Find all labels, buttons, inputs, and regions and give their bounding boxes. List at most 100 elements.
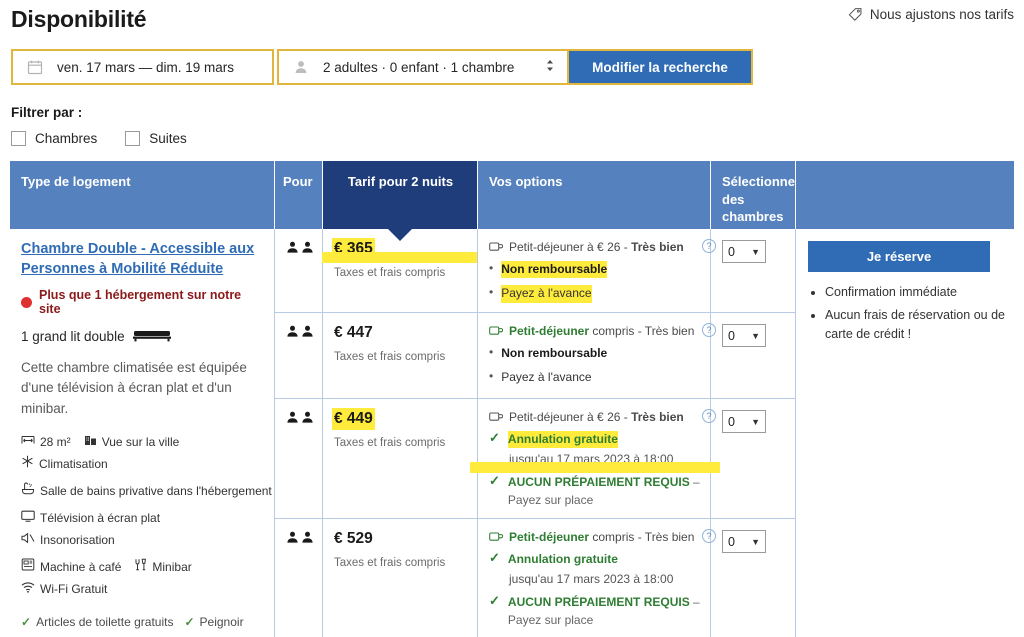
bathroom-icon xyxy=(21,482,35,500)
cityview-icon xyxy=(84,433,97,451)
option-label: Payez à l'avance xyxy=(501,285,591,302)
facility-row-1: 28 m² Vue sur la ville Climatisation xyxy=(21,433,262,473)
option-label-strong: AUCUN PRÉPAIEMENT REQUIS xyxy=(508,595,690,609)
cancellation-deadline: jusqu'au 17 mars 2023 à 18:00 xyxy=(509,572,700,586)
filter-checkbox-chambres[interactable]: Chambres xyxy=(11,131,97,146)
facility-wifi: Wi-Fi Gratuit xyxy=(21,580,107,598)
check-icon: ✓ xyxy=(489,551,500,565)
rate-rows: € 365 Taxes et frais compris Petit-déjeu… xyxy=(275,229,796,637)
price-note: Taxes et frais compris xyxy=(334,267,467,279)
checkbox-box[interactable] xyxy=(11,131,26,146)
facility-coffee: Machine à café xyxy=(21,558,121,576)
option-label: Non remboursable xyxy=(501,261,607,278)
booking-benefit: Confirmation immédiate xyxy=(825,283,1014,302)
column-header-type: Type de logement xyxy=(10,161,275,229)
option-label: AUCUN PRÉPAIEMENT REQUIS – Payez sur pla… xyxy=(508,594,700,629)
option-label: Annulation gratuite xyxy=(508,551,618,568)
room-quantity-select[interactable]: 0 ▼ xyxy=(722,410,766,433)
minibar-icon xyxy=(134,558,147,576)
price-value: € 449 xyxy=(334,410,373,428)
guests-value: 2 adultes · 0 enfant · 1 chambre xyxy=(323,60,514,75)
snowflake-icon xyxy=(21,455,34,473)
price-cell: € 449 Taxes et frais compris xyxy=(323,399,478,518)
availability-page: Disponibilité Nous ajustons nos tarifs v… xyxy=(0,0,1024,637)
area-icon xyxy=(21,433,35,451)
facility-label: Minibar xyxy=(152,558,191,576)
chevron-down-icon: ▼ xyxy=(751,247,760,257)
check-icon: ✓ xyxy=(489,431,500,445)
room-title-link[interactable]: Chambre Double - Accessible aux Personne… xyxy=(21,239,262,279)
room-description-cell: Chambre Double - Accessible aux Personne… xyxy=(10,229,275,637)
date-range-field[interactable]: ven. 17 mars — dim. 19 mars xyxy=(11,49,274,85)
room-quantity-select[interactable]: 0 ▼ xyxy=(722,240,766,263)
checkbox-box[interactable] xyxy=(125,131,140,146)
breakfast-prefix: Petit-déjeuner xyxy=(509,324,589,338)
room-quantity-select[interactable]: 0 ▼ xyxy=(722,530,766,553)
option-item: • Non remboursable xyxy=(489,345,700,362)
room-quantity-value: 0 xyxy=(728,245,735,259)
select-rooms-cell: 0 ▼ xyxy=(711,519,796,637)
breakfast-label: Petit-déjeuner à € 26 - Très bien xyxy=(509,240,684,254)
filter-checkbox-suites[interactable]: Suites xyxy=(125,131,187,146)
option-item: • Payez à l'avance xyxy=(489,285,700,302)
table-header-row: Type de logement Pour Tarif pour 2 nuits… xyxy=(10,161,1014,229)
page-title: Disponibilité xyxy=(11,6,146,33)
occupancy-cell xyxy=(275,399,323,518)
amenity-item: ✓Articles de toilette gratuits xyxy=(21,611,173,634)
column-header-price-label: Tarif pour 2 nuits xyxy=(348,174,453,189)
highlight-stroke-price-365 xyxy=(322,252,477,263)
table-row: € 529 Taxes et frais compris Petit-déjeu… xyxy=(275,519,796,637)
modify-search-button[interactable]: Modifier la recherche xyxy=(569,49,753,85)
breakfast-rating: Très bien xyxy=(631,240,684,254)
help-icon[interactable]: ? xyxy=(702,529,716,543)
amenity-line: ✓Articles de toilette gratuits ✓Peignoir xyxy=(21,611,262,634)
coffee-cup-icon xyxy=(489,241,503,255)
filter-label: Filtrer par : xyxy=(11,105,82,120)
updown-chevron-icon[interactable] xyxy=(545,59,555,76)
tv-icon xyxy=(21,509,35,527)
coffee-machine-icon xyxy=(21,558,35,576)
room-quantity-value: 0 xyxy=(728,415,735,429)
amenity-label: Peignoir xyxy=(200,611,244,634)
occupancy-2-icon xyxy=(286,325,312,338)
search-bar: ven. 17 mars — dim. 19 mars 2 adultes · … xyxy=(11,49,753,85)
occupancy-cell xyxy=(275,229,323,312)
room-quantity-select[interactable]: 0 ▼ xyxy=(722,324,766,347)
column-header-price: Tarif pour 2 nuits xyxy=(323,161,478,229)
book-button[interactable]: Je réserve xyxy=(808,241,990,272)
option-item: • Payez à l'avance xyxy=(489,369,700,386)
tarif-note-label: Nous ajustons nos tarifs xyxy=(870,7,1014,22)
highlight-stroke-prepayment xyxy=(470,462,720,473)
occupancy-2-icon xyxy=(286,531,312,544)
table-body: Chambre Double - Accessible aux Personne… xyxy=(10,229,1014,637)
help-icon[interactable]: ? xyxy=(702,409,716,423)
tag-icon xyxy=(848,7,863,22)
bullet-icon: • xyxy=(489,261,493,275)
scarcity-label: Plus que 1 hébergement sur notre site xyxy=(39,288,262,316)
options-cell: Petit-déjeuner compris - Très bien ? • N… xyxy=(478,313,711,398)
check-icon: ✓ xyxy=(489,474,500,488)
occupancy-2-icon xyxy=(286,411,312,424)
breakfast-option: Petit-déjeuner compris - Très bien ? xyxy=(489,530,700,545)
options-cell: Petit-déjeuner compris - Très bien ? ✓ A… xyxy=(478,519,711,637)
column-header-options: Vos options xyxy=(478,161,711,229)
option-label: AUCUN PRÉPAIEMENT REQUIS – Payez sur pla… xyxy=(508,474,700,509)
check-icon: ✓ xyxy=(489,594,500,608)
help-icon[interactable]: ? xyxy=(702,239,716,253)
help-icon[interactable]: ? xyxy=(702,323,716,337)
breakfast-suffix: compris - Très bien xyxy=(589,530,694,544)
facility-minibar: Minibar xyxy=(134,558,191,576)
option-item: ✓ Annulation gratuite xyxy=(489,551,700,568)
date-range-value: ven. 17 mars — dim. 19 mars xyxy=(57,60,234,75)
bed-label: 1 grand lit double xyxy=(21,329,125,344)
facility-area: 28 m² xyxy=(21,433,71,451)
coffee-cup-icon xyxy=(489,325,503,339)
facility-label: Wi-Fi Gratuit xyxy=(40,580,107,598)
bullet-icon: • xyxy=(489,369,493,383)
breakfast-suffix: compris - Très bien xyxy=(589,324,694,338)
calendar-icon xyxy=(25,59,45,75)
room-description: Cette chambre climatisée est équipée d'u… xyxy=(21,358,262,419)
facility-label: Télévision à écran plat xyxy=(40,509,160,527)
guests-field[interactable]: 2 adultes · 0 enfant · 1 chambre xyxy=(277,49,569,85)
select-rooms-cell: 0 ▼ xyxy=(711,229,796,312)
